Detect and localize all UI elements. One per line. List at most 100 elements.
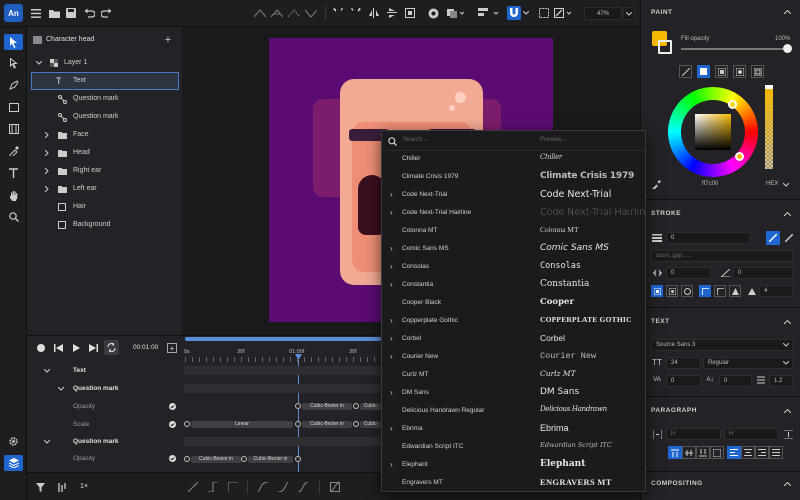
track-question-mark[interactable]: Question mark xyxy=(27,380,183,398)
layer-row-hair[interactable]: Hair xyxy=(27,198,182,216)
layer-row-text[interactable]: T Text xyxy=(31,72,179,90)
layer-row-left-ear[interactable]: Left ear xyxy=(27,180,182,198)
path-tool-3-icon[interactable] xyxy=(287,7,300,19)
font-option[interactable]: Edwardian Script ITC Edwardian Script IT… xyxy=(382,439,647,457)
redo-icon[interactable] xyxy=(100,7,112,19)
valign-top-icon[interactable] xyxy=(668,446,682,459)
skip-end-icon[interactable] xyxy=(87,342,99,354)
track-opacity[interactable]: Opacity xyxy=(27,398,183,416)
magnet-snap-icon[interactable] xyxy=(507,6,521,20)
valign-bottom-icon[interactable] xyxy=(696,446,710,459)
chevron-right-icon[interactable]: › xyxy=(390,262,393,271)
color-saturation-square[interactable] xyxy=(695,114,731,150)
font-option[interactable]: › Constantia Constantia xyxy=(382,277,647,295)
chevron-down-icon[interactable] xyxy=(43,368,51,374)
chevron-right-icon[interactable]: › xyxy=(390,316,393,325)
collapse-icon[interactable] xyxy=(782,479,792,489)
valign-fill-icon[interactable] xyxy=(710,446,724,459)
flip-vertical-icon[interactable] xyxy=(386,7,398,19)
easing-segment[interactable]: Linear xyxy=(191,420,293,428)
chevron-right-icon[interactable] xyxy=(43,131,51,139)
select-tool-icon[interactable] xyxy=(4,34,23,50)
zoom-tool-icon[interactable] xyxy=(4,209,23,225)
font-option[interactable]: › Code Next-Trial Hairline Code Next-Tri… xyxy=(382,205,647,223)
layer-row-question-mark[interactable]: Question mark xyxy=(27,90,182,108)
font-search-bar[interactable]: Search... Preview... xyxy=(382,131,647,151)
layers-toggle-icon[interactable] xyxy=(4,455,23,471)
settings-icon[interactable] xyxy=(4,433,23,449)
add-keyframe-icon[interactable]: + xyxy=(167,343,177,353)
cap-square-icon[interactable] xyxy=(681,285,693,297)
rotate-ccw-icon[interactable] xyxy=(332,7,344,19)
font-option[interactable]: Curlz MT Curlz MT xyxy=(382,367,647,385)
chevron-right-icon[interactable]: › xyxy=(390,334,393,343)
flip-horizontal-icon[interactable] xyxy=(368,7,380,19)
pen-mask-icon[interactable] xyxy=(553,7,573,19)
skip-start-icon[interactable] xyxy=(52,342,64,354)
rotate-cw-icon[interactable] xyxy=(350,7,362,19)
align-left-icon[interactable] xyxy=(727,446,741,459)
font-option[interactable]: › Code Next-Trial Code Next-Trial xyxy=(382,187,647,205)
selection-box-icon[interactable] xyxy=(538,7,550,19)
keyframe-filter-icon[interactable] xyxy=(57,482,67,492)
pen-tool-icon[interactable] xyxy=(4,77,23,93)
chevron-right-icon[interactable]: › xyxy=(390,424,393,433)
playback-speed[interactable]: 1× xyxy=(80,483,88,490)
track-opacity[interactable]: Opacity xyxy=(27,450,183,468)
align-justify-icon[interactable] xyxy=(769,446,783,459)
layer-row-head[interactable]: Head xyxy=(27,144,182,162)
font-option[interactable]: Climate Crisis 1979 Climate Crisis 1979 xyxy=(382,169,647,187)
font-option[interactable]: › Ebrima Ebrima xyxy=(382,421,647,439)
chevron-right-icon[interactable]: › xyxy=(390,190,393,199)
rectangle-tool-icon[interactable] xyxy=(4,99,23,115)
join-miter-icon[interactable] xyxy=(699,285,711,297)
chevron-right-icon[interactable]: › xyxy=(390,280,393,289)
easing-out-icon[interactable] xyxy=(277,481,289,493)
fill-radial-gradient-icon[interactable] xyxy=(733,65,746,78)
cap-round-icon[interactable] xyxy=(666,285,678,297)
keyframe-dot[interactable] xyxy=(353,403,359,409)
font-option[interactable]: › Consolas Consolas xyxy=(382,259,647,277)
font-option[interactable]: › Courier New Courier New xyxy=(382,349,647,367)
font-option[interactable]: › DM Sans DM Sans xyxy=(382,385,647,403)
collapse-icon[interactable] xyxy=(782,317,792,327)
fill-pattern-icon[interactable] xyxy=(751,65,764,78)
menu-icon[interactable] xyxy=(30,7,42,19)
track-scale[interactable]: Scale xyxy=(27,416,183,434)
chevron-right-icon[interactable]: › xyxy=(390,460,393,469)
chevron-down-icon[interactable] xyxy=(35,59,43,67)
chevron-right-icon[interactable] xyxy=(43,149,51,157)
direct-select-tool-icon[interactable] xyxy=(4,55,23,71)
fill-opacity-slider-track[interactable] xyxy=(681,48,786,50)
paragraph-spacing-field[interactable]: H xyxy=(724,428,779,440)
keyframe-dot[interactable] xyxy=(295,456,301,462)
dash-pattern-field[interactable]: dash, gap, ... xyxy=(651,250,793,262)
font-option[interactable]: › Corbel Corbel xyxy=(382,331,647,349)
chevron-right-icon[interactable] xyxy=(43,167,51,175)
fill-opacity-slider-thumb[interactable] xyxy=(783,44,792,53)
folder-icon[interactable] xyxy=(48,7,60,19)
snap-dropdown-icon[interactable] xyxy=(522,7,530,19)
hex-value[interactable]: ff7c00 xyxy=(702,181,718,187)
text-tool-icon[interactable] xyxy=(4,165,23,181)
layer-row-background[interactable]: Background xyxy=(27,216,182,234)
font-dropdown[interactable]: Search... Preview... Chiller Chiller Cli… xyxy=(381,130,647,492)
eyedropper-icon[interactable] xyxy=(651,179,661,189)
save-icon[interactable] xyxy=(65,7,77,19)
keyframe-dot[interactable] xyxy=(241,456,247,462)
fill-solid-icon[interactable] xyxy=(697,65,710,78)
hand-tool-icon[interactable] xyxy=(4,187,23,203)
font-family-dropdown-icon[interactable] xyxy=(782,341,790,349)
miter-limit-field[interactable]: 4 xyxy=(759,285,793,297)
font-option[interactable]: › Elephant Elephant xyxy=(382,457,647,475)
chevron-down-icon[interactable] xyxy=(43,439,51,445)
chevron-right-icon[interactable]: › xyxy=(390,208,393,217)
font-size-field[interactable]: 24 xyxy=(666,357,701,369)
dash-offset-field[interactable]: 0 xyxy=(666,267,711,279)
fill-linear-gradient-icon[interactable] xyxy=(715,65,728,78)
chevron-right-icon[interactable]: › xyxy=(390,388,393,397)
cap-butt-icon[interactable] xyxy=(651,285,663,297)
font-option[interactable]: › Comic Sans MS Comic Sans MS xyxy=(382,241,647,259)
layer-row-face[interactable]: Face xyxy=(27,126,182,144)
font-family-field[interactable]: Source Sans 3 xyxy=(651,339,793,351)
